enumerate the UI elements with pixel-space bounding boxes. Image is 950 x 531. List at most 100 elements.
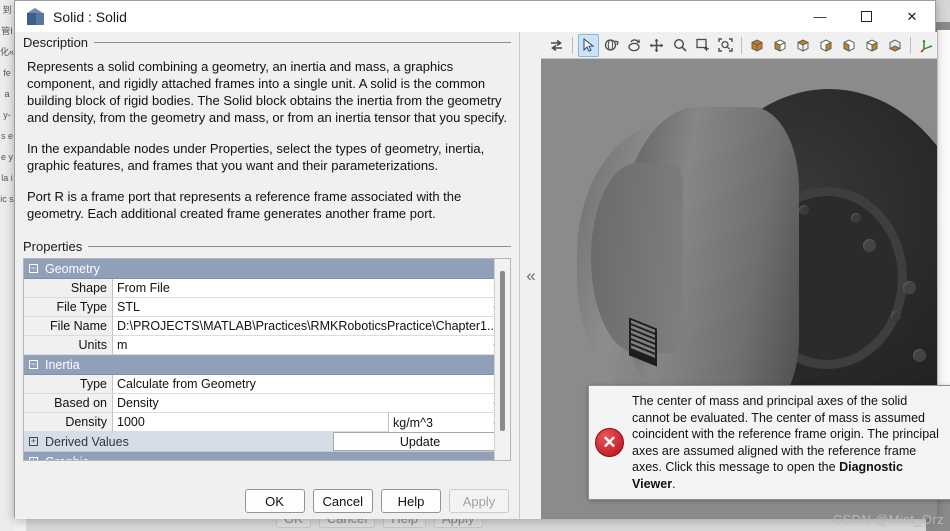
expand-derived-values-icon[interactable]: +	[29, 437, 38, 446]
zoom-box-icon[interactable]	[692, 34, 713, 57]
property-row-shape[interactable]: Shape From File	[24, 279, 510, 298]
property-label-file-name: File Name	[24, 317, 112, 336]
properties-scrollbar[interactable]	[494, 259, 510, 460]
section-header-inertia[interactable]: − Inertia	[24, 355, 510, 375]
select-pointer-icon[interactable]	[577, 33, 599, 57]
toggle-view-icon[interactable]	[546, 34, 567, 57]
file-type-dropdown[interactable]: STL	[112, 298, 510, 317]
title-bar: Solid : Solid — ✕	[15, 1, 935, 32]
density-unit-value: kg/m^3	[393, 415, 433, 430]
rotate-view-icon[interactable]	[601, 34, 622, 57]
diagnostic-message-text: The center of mass and principal axes of…	[632, 393, 946, 492]
view-left-icon[interactable]	[839, 34, 860, 57]
file-type-value: STL	[117, 300, 140, 314]
window-controls: — ✕	[797, 1, 935, 32]
model-bolt-small	[799, 205, 809, 215]
property-row-based-on[interactable]: Based on Density	[24, 394, 510, 413]
cube-icon	[27, 8, 44, 25]
left-pane: Description Represents a solid combining…	[15, 32, 519, 519]
units-dropdown[interactable]: m	[112, 336, 510, 355]
model-bolt-small	[891, 311, 901, 321]
description-paragraph-3: Port R is a frame port that represents a…	[27, 189, 462, 221]
ok-button[interactable]: OK	[244, 489, 305, 513]
pane-collapse-handle[interactable]: «	[519, 32, 543, 519]
file-name-input[interactable]: D:\PROJECTS\MATLAB\Practices\RMKRobotics…	[112, 317, 510, 336]
description-group-label: Description	[23, 34, 89, 50]
viewer-toolbar	[541, 32, 937, 59]
coordinate-axes-icon[interactable]	[916, 34, 937, 57]
description-text: Represents a solid combining a geometry,…	[23, 52, 511, 222]
file-name-value: D:\PROJECTS\MATLAB\Practices\RMKRobotics…	[117, 319, 498, 333]
property-label-shape: Shape	[24, 279, 112, 298]
collapse-geometry-icon[interactable]: −	[29, 264, 38, 273]
model-bolt	[863, 239, 876, 252]
inertia-type-dropdown[interactable]: Calculate from Geometry	[112, 375, 510, 394]
collapse-inertia-icon[interactable]: −	[29, 360, 38, 369]
toolbar-separator	[910, 36, 912, 54]
section-label-graphic: Graphic	[45, 455, 89, 461]
density-input[interactable]: 1000	[112, 413, 388, 432]
help-button[interactable]: Help	[381, 489, 441, 513]
apply-button: Apply	[449, 489, 509, 513]
screen-root: 到管I化«P fe a y- s e e y la i ic s OK Canc…	[0, 0, 950, 531]
properties-grid[interactable]: − Geometry Shape From File File Type STL	[23, 258, 511, 461]
error-icon: ✕	[595, 428, 624, 457]
shape-dropdown[interactable]: From File	[112, 279, 510, 298]
view-top-icon[interactable]	[793, 34, 814, 57]
cancel-button[interactable]: Cancel	[312, 489, 373, 513]
view-right-icon[interactable]	[816, 34, 837, 57]
message-text-after: .	[672, 476, 676, 491]
chevron-double-left-icon[interactable]: «	[526, 267, 535, 284]
density-value: 1000	[117, 415, 145, 429]
description-group-header: Description	[23, 32, 511, 52]
model-bolt-small	[851, 213, 861, 223]
update-button[interactable]: Update	[333, 432, 507, 451]
section-label-inertia: Inertia	[45, 357, 80, 372]
view-isometric-icon[interactable]	[747, 34, 768, 57]
zoom-view-icon[interactable]	[669, 34, 690, 57]
toolbar-separator	[741, 36, 742, 54]
section-header-geometry[interactable]: − Geometry	[24, 259, 510, 279]
property-row-type[interactable]: Type Calculate from Geometry	[24, 375, 510, 394]
property-row-file-type[interactable]: File Type STL	[24, 298, 510, 317]
solid-block-dialog: Solid : Solid — ✕ Description Represents…	[14, 0, 950, 519]
background-app-left-strip: 到管I化«P fe a y- s e e y la i ic s	[0, 0, 14, 531]
model-bolt	[913, 349, 926, 362]
units-value: m	[117, 338, 128, 352]
view-front-icon[interactable]	[770, 34, 791, 57]
expand-graphic-icon[interactable]: +	[29, 457, 38, 460]
minimize-icon[interactable]: —	[797, 1, 843, 32]
based-on-value: Density	[117, 396, 159, 410]
density-unit-dropdown[interactable]: kg/m^3	[388, 413, 510, 432]
based-on-dropdown[interactable]: Density	[112, 394, 510, 413]
pan-view-icon[interactable]	[646, 34, 667, 57]
inertia-type-value: Calculate from Geometry	[117, 377, 256, 391]
diagnostic-message-tooltip[interactable]: ✕ The center of mass and principal axes …	[588, 385, 950, 500]
property-label-density: Density	[24, 413, 112, 432]
property-row-density[interactable]: Density 1000 kg/m^3	[24, 413, 510, 432]
maximize-icon[interactable]	[843, 1, 889, 32]
view-back-icon[interactable]	[862, 34, 883, 57]
property-row-units[interactable]: Units m	[24, 336, 510, 355]
orbit-view-icon[interactable]	[624, 34, 645, 57]
properties-group-header: Properties	[23, 236, 511, 256]
property-label-units: Units	[24, 336, 112, 355]
derived-values-row[interactable]: + Derived Values Update	[24, 432, 510, 452]
description-divider	[94, 41, 511, 43]
section-header-graphic[interactable]: + Graphic	[24, 452, 510, 461]
view-bottom-icon[interactable]	[884, 34, 905, 57]
property-label-file-type: File Type	[24, 298, 112, 317]
toolbar-separator	[571, 36, 573, 54]
property-row-file-name[interactable]: File Name D:\PROJECTS\MATLAB\Practices\R…	[24, 317, 510, 336]
close-icon[interactable]: ✕	[889, 1, 935, 32]
fit-to-view-icon[interactable]	[715, 34, 736, 57]
property-label-based-on: Based on	[24, 394, 112, 413]
properties-scrollbar-thumb[interactable]	[500, 271, 505, 431]
property-label-type: Type	[24, 375, 112, 394]
properties-group-label: Properties	[23, 238, 83, 254]
description-paragraph-2: In the expandable nodes under Properties…	[27, 141, 485, 173]
window-title: Solid : Solid	[53, 8, 127, 25]
derived-values-label: Derived Values	[45, 434, 129, 449]
derived-values-label-wrap[interactable]: + Derived Values	[24, 435, 333, 449]
shape-value: From File	[117, 281, 170, 295]
